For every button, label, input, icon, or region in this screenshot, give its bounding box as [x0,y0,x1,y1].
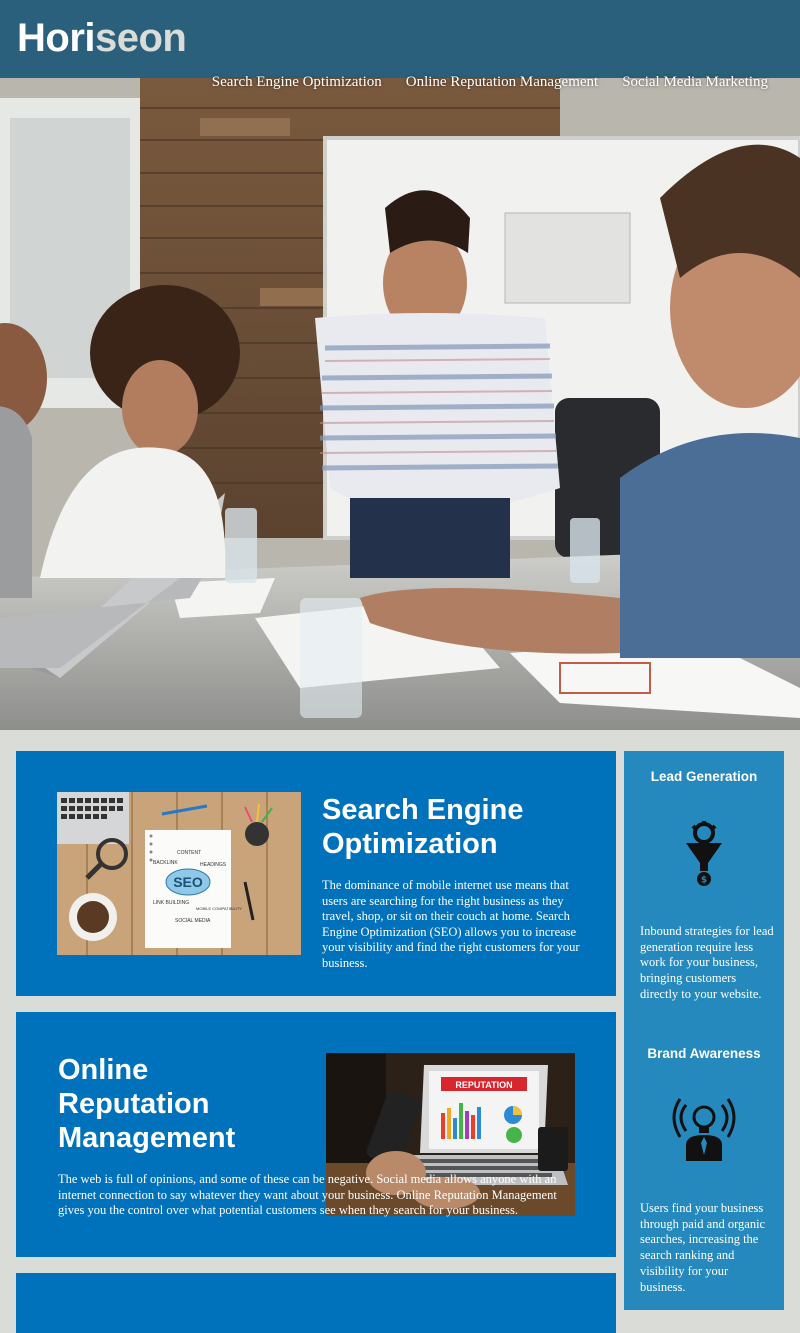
seo-title-line2: Optimization [322,828,498,860]
orm-screen-label: REPUTATION [455,1080,512,1090]
nav-link-smm[interactable]: Social Media Marketing [622,74,768,91]
orm-title-line1: Online [58,1054,149,1086]
orm-section: REPUTATION Online Reputation Management … [16,1012,616,1257]
logo-accent: seon [95,16,187,60]
orm-title-line2: Reputation [58,1088,210,1120]
orm-title-line3: Management [58,1122,236,1154]
seo-body: The dominance of mobile internet use mea… [322,878,580,970]
nav-link-seo[interactable]: Search Engine Optimization [212,74,382,91]
lead-generation-body: Inbound strategies for lead generation r… [640,924,774,1001]
benefits-aside: Lead Generation $ Inbound strategies for… [624,751,784,1310]
brand-lightbulb-icon [672,1095,736,1168]
seo-label-mobile: MOBILE COMPATIBILITY [196,906,242,911]
seo-label-headings: HEADINGS [200,862,227,868]
seo-label-backlink: BACKLINK [153,860,178,866]
lead-generation-title: Lead Generation [650,769,758,784]
orm-body: The web is full of opinions, and some of… [58,1172,557,1217]
site-header: Horiseon [0,0,800,78]
seo-label-content: CONTENT [177,850,201,856]
hero-meeting-illustration [0,78,800,730]
site-logo[interactable]: Horiseon [17,16,187,61]
social-media-section [16,1273,616,1333]
nav-link-orm[interactable]: Online Reputation Management [406,74,598,91]
seo-label-link-building: LINK BUILDING [153,900,189,906]
brand-awareness-title: Brand Awareness [647,1046,761,1061]
hero-image [0,78,800,730]
seo-image: SEO CONTENT BACKLINK HEADINGS LINK BUILD… [57,792,301,955]
seo-title: Search Engine Optimization [322,793,592,861]
main-nav: Search Engine Optimization Online Reputa… [212,74,768,91]
brand-awareness-body: Users find your business through paid an… [640,1201,766,1294]
seo-section: SEO CONTENT BACKLINK HEADINGS LINK BUILD… [16,751,616,996]
seo-word-text: SEO [173,874,203,890]
lead-funnel-icon: $ [682,821,726,892]
seo-label-social: SOCIAL MEDIA [175,918,211,924]
svg-text:$: $ [701,876,707,886]
seo-title-line1: Search Engine [322,794,524,826]
logo-main: Hori [17,16,96,60]
orm-title: Online Reputation Management [58,1053,298,1155]
